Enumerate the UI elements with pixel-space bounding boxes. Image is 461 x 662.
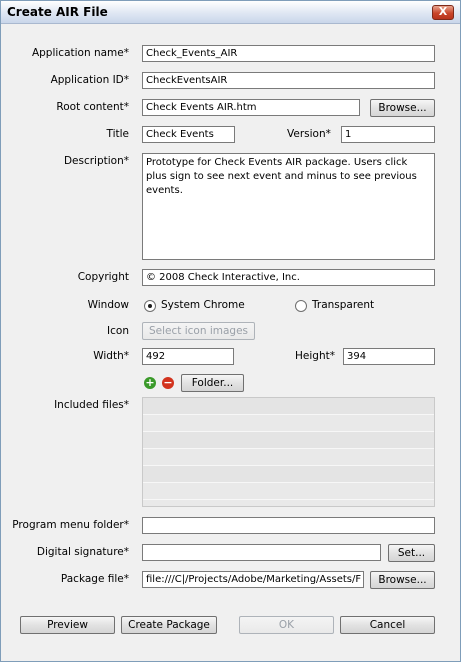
list-item[interactable]: [143, 398, 434, 415]
package-file-browse-button[interactable]: Browse...: [370, 571, 435, 589]
digital-signature-label: Digital signature*: [36, 546, 129, 558]
list-item[interactable]: [143, 466, 434, 483]
radio-transparent[interactable]: [295, 300, 307, 312]
program-menu-input[interactable]: [142, 517, 435, 534]
package-file-label: Package file*: [60, 573, 129, 585]
included-files-label: Included files*: [54, 399, 129, 411]
title-label: Title: [106, 128, 129, 140]
digital-signature-input[interactable]: [142, 544, 381, 561]
list-item[interactable]: [143, 432, 434, 449]
width-label: Width*: [93, 350, 129, 362]
app-name-label: Application name*: [31, 47, 129, 59]
title-bar: Create AIR File X: [1, 1, 460, 24]
list-item[interactable]: [143, 449, 434, 466]
version-input[interactable]: 1: [341, 126, 435, 143]
app-id-input[interactable]: CheckEventsAIR: [142, 72, 435, 89]
preview-button[interactable]: Preview: [20, 616, 115, 634]
list-item[interactable]: [143, 415, 434, 432]
version-label: Version*: [287, 128, 331, 140]
set-signature-button[interactable]: Set...: [388, 544, 435, 562]
system-chrome-label[interactable]: System Chrome: [161, 299, 245, 311]
app-id-label: Application ID*: [50, 74, 129, 86]
minus-icon[interactable]: −: [162, 377, 174, 389]
root-content-input[interactable]: Check Events AIR.htm: [142, 99, 360, 116]
root-content-browse-button[interactable]: Browse...: [370, 99, 435, 117]
window-label: Window: [87, 299, 129, 311]
package-file-input[interactable]: file:///C|/Projects/Adobe/Marketing/Asse…: [142, 571, 364, 588]
plus-icon[interactable]: +: [144, 377, 156, 389]
title-input[interactable]: Check Events: [142, 126, 235, 143]
radio-system-chrome[interactable]: [144, 300, 156, 312]
window-title: Create AIR File: [7, 5, 108, 19]
ok-button[interactable]: OK: [239, 616, 334, 634]
folder-button[interactable]: Folder...: [181, 374, 244, 392]
copyright-label: Copyright: [77, 271, 129, 283]
select-icon-images-button[interactable]: Select icon images: [142, 322, 255, 340]
app-name-input[interactable]: Check_Events_AIR: [142, 45, 435, 62]
height-label: Height*: [295, 350, 335, 362]
create-package-button[interactable]: Create Package: [121, 616, 217, 634]
create-air-file-dialog: Create AIR File X Application name* Chec…: [0, 0, 461, 662]
close-button[interactable]: X: [432, 5, 454, 20]
included-files-list[interactable]: [142, 397, 435, 507]
root-content-label: Root content*: [56, 101, 129, 113]
height-input[interactable]: 394: [343, 348, 435, 365]
list-item[interactable]: [143, 483, 434, 500]
description-label: Description*: [63, 155, 129, 167]
copyright-input[interactable]: © 2008 Check Interactive, Inc.: [142, 269, 435, 286]
transparent-label[interactable]: Transparent: [312, 299, 374, 311]
cancel-button[interactable]: Cancel: [340, 616, 435, 634]
icon-label: Icon: [107, 325, 129, 337]
program-menu-label: Program menu folder*: [12, 519, 129, 531]
width-input[interactable]: 492: [142, 348, 234, 365]
description-textarea[interactable]: Prototype for Check Events AIR package. …: [142, 153, 435, 260]
